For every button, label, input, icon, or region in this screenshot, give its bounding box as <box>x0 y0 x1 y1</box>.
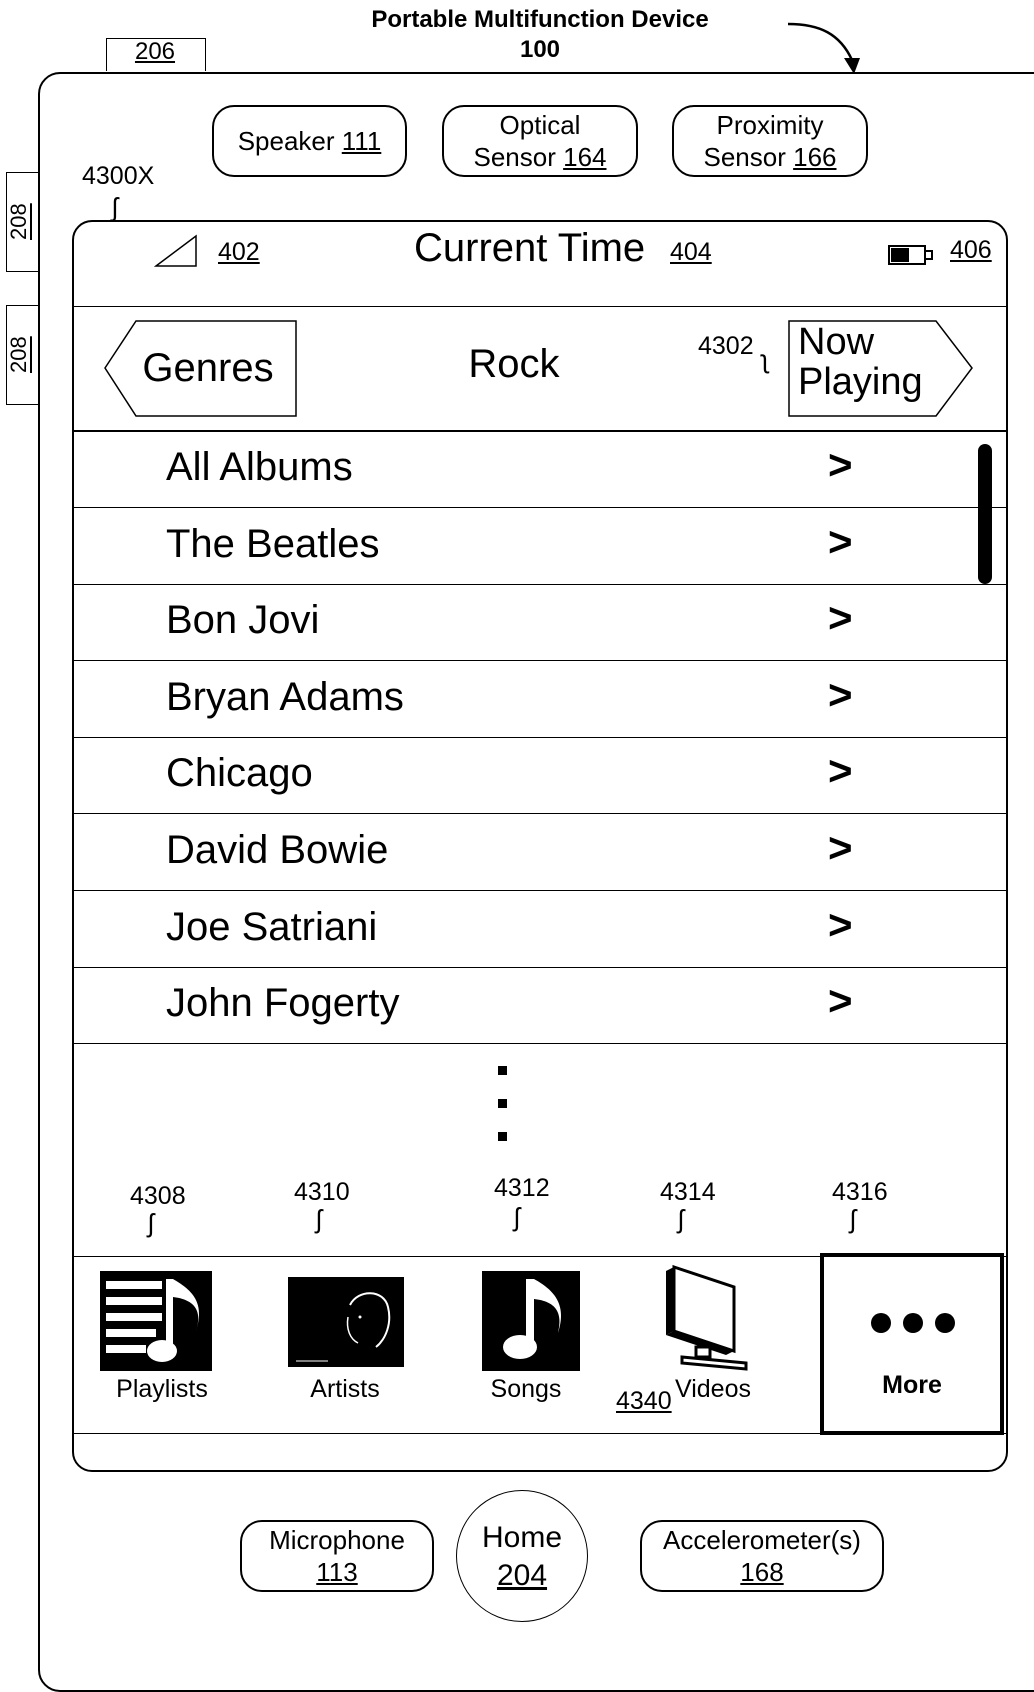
list-item[interactable]: Bryan Adams > <box>74 661 1006 738</box>
signal-ref: 402 <box>218 238 260 266</box>
chevron-right-icon: > <box>828 517 853 565</box>
figure-number: 100 <box>519 36 561 63</box>
tab-playlists-ref: 4308 <box>130 1182 186 1210</box>
microphone-ref: 113 <box>316 1557 358 1587</box>
list-item[interactable]: John Fogerty > <box>74 967 1006 1045</box>
tab-bar: Playlists Artists Songs 4340 Videos More <box>74 1253 1006 1435</box>
accelerometer-ref: 168 <box>740 1557 784 1587</box>
optical-sensor-ref: 164 <box>563 142 607 172</box>
battery-ref: 406 <box>950 236 992 264</box>
list-item-label: Joe Satriani <box>166 904 378 949</box>
figure-arrow-icon <box>787 22 860 74</box>
home-button-label: Home <box>481 1521 563 1554</box>
music-note-icon <box>482 1271 580 1371</box>
time-ref: 404 <box>670 238 712 266</box>
signal-strength-icon <box>154 234 197 267</box>
now-playing-line1: Now <box>798 321 875 363</box>
list-item[interactable]: Joe Satriani > <box>74 891 1006 968</box>
optical-sensor: Optical Sensor 164 <box>442 105 638 177</box>
tab-songs-ref-leader: ʃ <box>514 1202 520 1232</box>
ellipsis-icon <box>871 1313 955 1333</box>
chevron-right-icon: > <box>828 900 853 948</box>
home-button[interactable]: Home 204 <box>456 1490 588 1622</box>
nav-title: Rock <box>468 342 560 386</box>
list-item-label: The Beatles <box>166 521 380 566</box>
speaker-ref: 111 <box>341 126 382 156</box>
screen-ref: 4300X <box>82 162 155 190</box>
tab-more[interactable]: More <box>820 1253 1004 1435</box>
tab-videos[interactable]: Videos <box>648 1257 778 1433</box>
now-playing-ref: 4302 <box>698 332 754 360</box>
tab-songs-ref: 4312 <box>494 1174 550 1202</box>
navigation-bar: Genres Rock 4302 ʅ Now Playing <box>74 306 1006 432</box>
proximity-sensor: Proximity Sensor 166 <box>672 105 868 177</box>
top-button-ref: 206 <box>134 38 176 65</box>
tab-videos-ref-leader: ʃ <box>678 1204 684 1234</box>
chevron-right-icon: > <box>828 747 853 795</box>
tv-icon <box>666 1264 748 1371</box>
list-item[interactable]: David Bowie > <box>74 814 1006 891</box>
tab-artists-label: Artists <box>310 1375 380 1403</box>
playlist-icon <box>100 1271 212 1371</box>
accelerometer-label: Accelerometer(s) <box>663 1525 861 1555</box>
tab-artists[interactable]: Artists <box>270 1257 420 1433</box>
status-bar: 402 Current Time 404 406 <box>74 222 1006 307</box>
chevron-right-icon: > <box>828 824 853 871</box>
more-items-ellipsis <box>498 1066 507 1141</box>
battery-icon <box>888 245 933 265</box>
now-playing-ref-leader: ʅ <box>762 344 768 374</box>
list-item-label: John Fogerty <box>166 981 400 1026</box>
list-item[interactable]: Bon Jovi > <box>74 584 1006 662</box>
proximity-sensor-label: Proximity <box>716 110 824 140</box>
speaker: Speaker 111 <box>212 105 407 177</box>
scroll-indicator[interactable] <box>978 444 992 584</box>
tab-artists-ref-leader: ʃ <box>316 1204 322 1234</box>
list-item-label: David Bowie <box>166 828 389 872</box>
list-item[interactable]: Chicago > <box>74 737 1006 815</box>
list-item-label: Bon Jovi <box>166 598 320 643</box>
tab-more-ref: 4316 <box>832 1178 888 1206</box>
tab-songs[interactable]: Songs <box>474 1257 580 1433</box>
touch-screen: 402 Current Time 404 406 Genres Rock 430… <box>72 220 1008 1472</box>
list-item[interactable]: The Beatles > <box>74 508 1006 585</box>
list-item[interactable]: All Albums > <box>74 431 1006 508</box>
tab-playlists[interactable]: Playlists <box>86 1257 238 1433</box>
tab-artists-ref: 4310 <box>294 1178 350 1206</box>
tab-playlists-ref-leader: ʃ <box>148 1208 154 1238</box>
chevron-right-icon: > <box>828 977 853 1025</box>
tab-videos-ref: 4314 <box>660 1178 716 1206</box>
chevron-right-icon: > <box>828 441 853 488</box>
proximity-sensor-ref: 166 <box>793 142 837 172</box>
optical-sensor-label: Optical <box>499 110 581 140</box>
home-button-ref: 204 <box>496 1559 548 1592</box>
side-button-1-ref: 208 <box>6 203 31 241</box>
now-playing-button[interactable]: Now Playing <box>798 322 958 402</box>
tab-more-label: More <box>882 1371 942 1399</box>
list-item-label: Chicago <box>166 751 313 796</box>
genres-back-button[interactable]: Genres <box>104 320 298 416</box>
screen-ref-leader: ʃ <box>112 192 118 222</box>
microphone: Microphone 113 <box>240 1520 434 1592</box>
tab-songs-label: Songs <box>490 1375 562 1403</box>
speaker-label: Speaker <box>237 126 335 156</box>
list-item-label: All Albums <box>166 445 353 489</box>
list-item-label: Bryan Adams <box>166 674 404 719</box>
optical-sensor-label2: Sensor <box>473 142 556 172</box>
accelerometer: Accelerometer(s) 168 <box>640 1520 884 1592</box>
tab-more-ref-leader: ʃ <box>850 1204 856 1234</box>
now-playing-line2: Playing <box>798 361 923 403</box>
chevron-right-icon: > <box>828 670 853 718</box>
microphone-label: Microphone <box>269 1525 405 1555</box>
figure-title: Portable Multifunction Device <box>371 6 709 33</box>
proximity-sensor-label2: Sensor <box>703 142 786 172</box>
tab-videos-label: Videos <box>675 1375 751 1403</box>
side-button-2-ref: 208 <box>6 336 31 374</box>
current-time: Current Time <box>414 226 646 270</box>
artist-icon <box>288 1277 404 1367</box>
chevron-right-icon: > <box>828 594 853 642</box>
tab-playlists-label: Playlists <box>116 1375 208 1403</box>
